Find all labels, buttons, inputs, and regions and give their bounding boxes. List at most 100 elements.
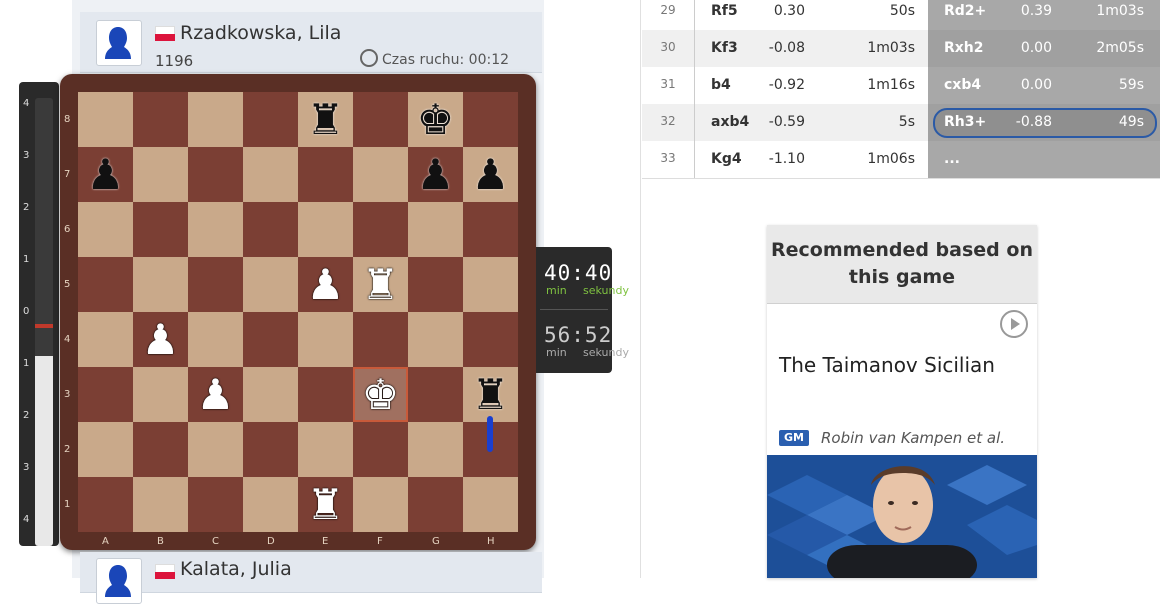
square-f5[interactable]: ♜ (353, 257, 408, 312)
black-pawn-icon[interactable]: ♟ (472, 153, 510, 196)
square-g3[interactable] (408, 367, 463, 422)
white-king-icon[interactable]: ♚ (362, 373, 400, 416)
chess-board[interactable]: ♜ ♚ ♟ ♟ ♟ ♟ ♜ ♟ ♟ ♚ ♜ ♜ (78, 92, 518, 532)
square-b8[interactable] (133, 92, 188, 147)
black-rook-icon[interactable]: ♜ (472, 373, 510, 416)
square-c6[interactable] (188, 202, 243, 257)
square-c2[interactable] (188, 422, 243, 477)
black-pawn-icon[interactable]: ♟ (87, 153, 125, 196)
square-c8[interactable] (188, 92, 243, 147)
player-avatar[interactable] (96, 20, 142, 66)
square-e7[interactable] (298, 147, 353, 202)
player-name[interactable]: Kalata, Julia (180, 558, 292, 580)
square-h3[interactable]: ♜ (463, 367, 518, 422)
player-name[interactable]: Rzadkowska, Lila (180, 22, 341, 44)
square-a7[interactable]: ♟ (78, 147, 133, 202)
square-f3[interactable]: ♚ (353, 367, 408, 422)
course-title[interactable]: The Taimanov Sicilian (779, 353, 995, 377)
course-thumbnail[interactable] (767, 455, 1037, 578)
square-g8[interactable]: ♚ (408, 92, 463, 147)
square-a6[interactable] (78, 202, 133, 257)
square-h5[interactable] (463, 257, 518, 312)
square-h8[interactable] (463, 92, 518, 147)
white-move-cell[interactable]: Kg4 -1.10 1m06s (694, 141, 929, 178)
square-d6[interactable] (243, 202, 298, 257)
play-icon[interactable] (1000, 310, 1028, 338)
white-rook-icon[interactable]: ♜ (362, 263, 400, 306)
square-d3[interactable] (243, 367, 298, 422)
square-b5[interactable] (133, 257, 188, 312)
white-move-cell[interactable]: Kf3 -0.08 1m03s (694, 30, 929, 67)
square-b1[interactable] (133, 477, 188, 532)
square-a2[interactable] (78, 422, 133, 477)
white-move-cell[interactable]: b4 -0.92 1m16s (694, 67, 929, 104)
square-e2[interactable] (298, 422, 353, 477)
square-e6[interactable] (298, 202, 353, 257)
square-d2[interactable] (243, 422, 298, 477)
square-b2[interactable] (133, 422, 188, 477)
square-g1[interactable] (408, 477, 463, 532)
square-h4[interactable] (463, 312, 518, 367)
white-pawn-icon[interactable]: ♟ (142, 318, 180, 361)
square-d4[interactable] (243, 312, 298, 367)
white-eval: 0.30 (773, 3, 805, 19)
square-a5[interactable] (78, 257, 133, 312)
file-label: B (157, 536, 164, 547)
square-b7[interactable] (133, 147, 188, 202)
square-c5[interactable] (188, 257, 243, 312)
square-f1[interactable] (353, 477, 408, 532)
square-b6[interactable] (133, 202, 188, 257)
square-g2[interactable] (408, 422, 463, 477)
black-rook-icon[interactable]: ♜ (307, 98, 345, 141)
square-f8[interactable] (353, 92, 408, 147)
white-move-cell[interactable]: Rf5 0.30 50s (694, 0, 929, 30)
square-c1[interactable] (188, 477, 243, 532)
player-avatar[interactable] (96, 558, 142, 604)
black-move-cell[interactable]: Rd2+ 0.39 1m03s (928, 0, 1160, 30)
square-g5[interactable] (408, 257, 463, 312)
black-move-cell-active[interactable]: Rh3+ -0.88 49s (928, 104, 1160, 141)
square-a4[interactable] (78, 312, 133, 367)
square-f2[interactable] (353, 422, 408, 477)
square-f6[interactable] (353, 202, 408, 257)
square-f4[interactable] (353, 312, 408, 367)
square-g6[interactable] (408, 202, 463, 257)
square-g7[interactable]: ♟ (408, 147, 463, 202)
square-e3[interactable] (298, 367, 353, 422)
square-c3[interactable]: ♟ (188, 367, 243, 422)
square-e1[interactable]: ♜ (298, 477, 353, 532)
square-e5[interactable]: ♟ (298, 257, 353, 312)
recommendation-card[interactable]: Recommended based on this game The Taima… (767, 225, 1037, 578)
square-d8[interactable] (243, 92, 298, 147)
recommendation-header-text: Recommended based on this game (771, 239, 1033, 288)
square-b3[interactable] (133, 367, 188, 422)
square-e8[interactable]: ♜ (298, 92, 353, 147)
black-move: Rd2+ (944, 3, 987, 19)
square-a1[interactable] (78, 477, 133, 532)
black-king-icon[interactable]: ♚ (417, 98, 455, 141)
white-move-cell[interactable]: axb4 -0.59 5s (694, 104, 929, 141)
square-h7[interactable]: ♟ (463, 147, 518, 202)
square-d1[interactable] (243, 477, 298, 532)
square-e4[interactable] (298, 312, 353, 367)
eval-zero-marker (35, 324, 53, 328)
square-h1[interactable] (463, 477, 518, 532)
square-d7[interactable] (243, 147, 298, 202)
black-move-cell[interactable]: cxb4 0.00 59s (928, 67, 1160, 104)
square-c7[interactable] (188, 147, 243, 202)
square-h6[interactable] (463, 202, 518, 257)
black-move-cell[interactable]: ... (928, 141, 1160, 178)
square-f7[interactable] (353, 147, 408, 202)
black-move-cell[interactable]: Rxh2 0.00 2m05s (928, 30, 1160, 67)
white-pawn-icon[interactable]: ♟ (307, 263, 345, 306)
square-c4[interactable] (188, 312, 243, 367)
white-rook-icon[interactable]: ♜ (307, 483, 345, 526)
black-pawn-icon[interactable]: ♟ (417, 153, 455, 196)
square-a8[interactable] (78, 92, 133, 147)
square-a3[interactable] (78, 367, 133, 422)
white-pawn-icon[interactable]: ♟ (197, 373, 235, 416)
square-d5[interactable] (243, 257, 298, 312)
square-g4[interactable] (408, 312, 463, 367)
player-rating: 1196 (155, 52, 194, 70)
square-b4[interactable]: ♟ (133, 312, 188, 367)
